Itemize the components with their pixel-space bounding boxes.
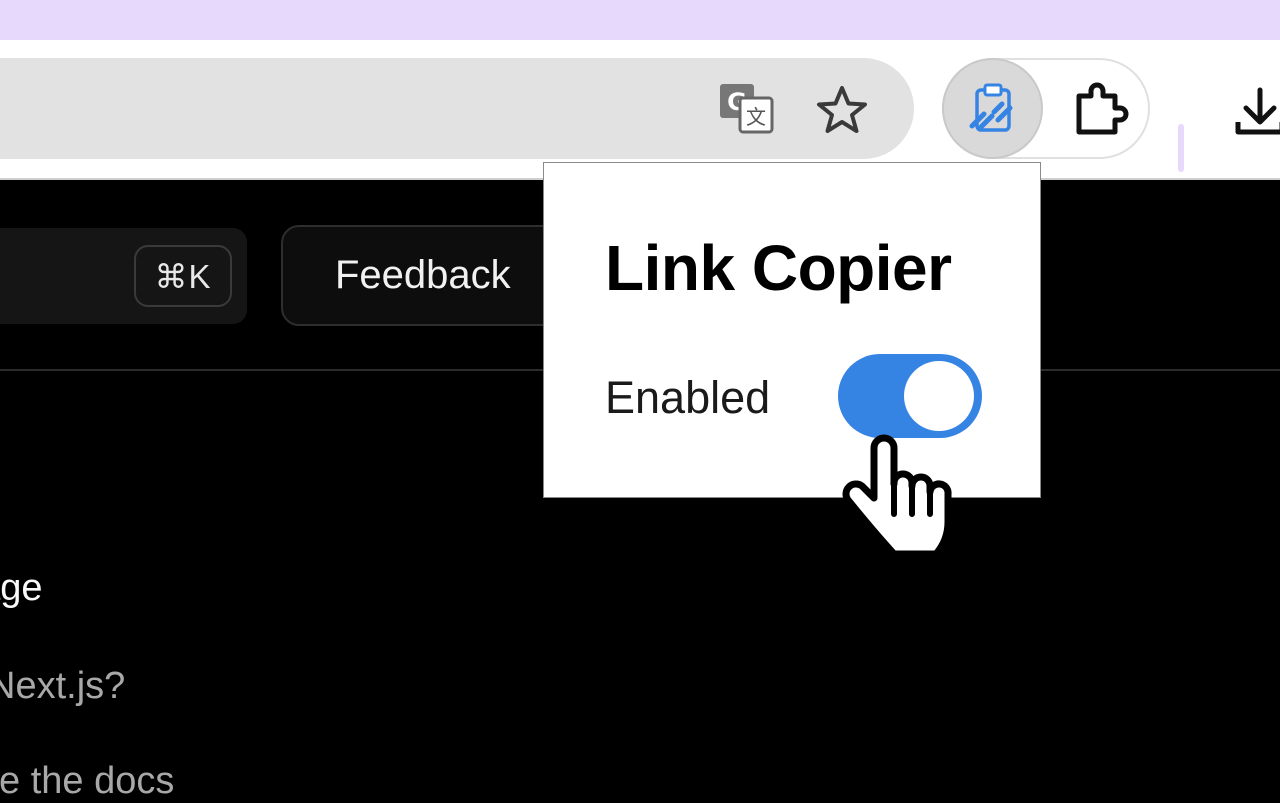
nav-item-nextjs[interactable]: Next.js? bbox=[0, 665, 125, 708]
browser-toolbar: G 文 bbox=[0, 40, 1280, 180]
toolbar-divider bbox=[1178, 124, 1184, 172]
tab-strip bbox=[0, 0, 1280, 40]
svg-text:文: 文 bbox=[746, 105, 766, 129]
address-bar[interactable] bbox=[0, 58, 914, 159]
search-shortcut-hint: ⌘K bbox=[134, 245, 232, 307]
google-translate-icon[interactable]: G 文 bbox=[718, 82, 776, 136]
star-icon[interactable] bbox=[814, 84, 870, 136]
popup-title: Link Copier bbox=[605, 232, 952, 304]
download-icon[interactable] bbox=[1232, 84, 1280, 140]
feedback-button[interactable]: Feedback bbox=[281, 225, 581, 326]
nav-item-docs[interactable]: se the docs bbox=[0, 760, 174, 803]
puzzle-icon[interactable] bbox=[1070, 82, 1132, 138]
enabled-label: Enabled bbox=[605, 372, 771, 423]
nav-item-page[interactable]: page bbox=[0, 567, 43, 610]
hand-pointer-cursor-icon bbox=[830, 414, 970, 564]
link-copier-icon[interactable] bbox=[942, 58, 1043, 159]
